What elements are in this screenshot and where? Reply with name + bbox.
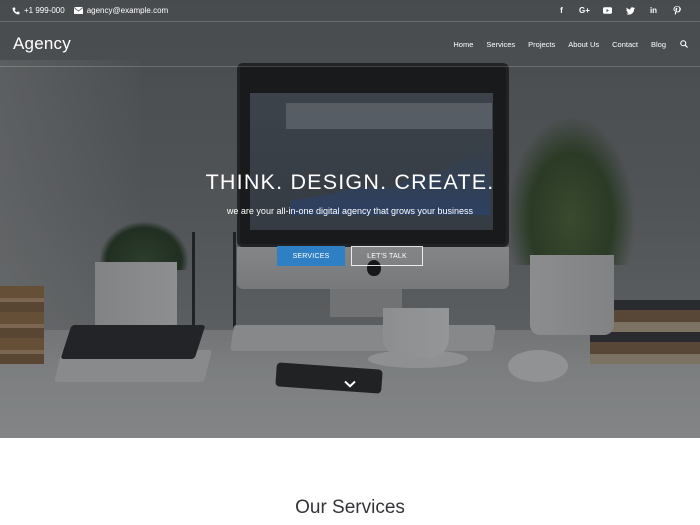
twitter-icon[interactable] xyxy=(619,0,642,22)
youtube-icon[interactable] xyxy=(596,0,619,22)
nav-item-projects[interactable]: Projects xyxy=(528,40,555,49)
nav-item-blog[interactable]: Blog xyxy=(651,40,666,49)
nav-item-contact[interactable]: Contact xyxy=(612,40,638,49)
services-button[interactable]: SERVICES xyxy=(277,246,345,266)
top-bar: +1 999-000 agency@example.com f G+ in xyxy=(0,0,700,22)
google-plus-icon[interactable]: G+ xyxy=(573,0,596,22)
envelope-icon xyxy=(73,7,83,14)
hero-headline: THINK. DESIGN. CREATE. xyxy=(205,170,495,194)
hero-section: +1 999-000 agency@example.com f G+ in Ag… xyxy=(0,0,700,438)
pinterest-icon[interactable] xyxy=(665,0,688,22)
nav-menu: Home Services Projects About Us Contact … xyxy=(440,40,688,49)
services-heading: Our Services xyxy=(295,497,405,518)
lets-talk-button[interactable]: LET'S TALK xyxy=(351,246,423,266)
phone-number: +1 999-000 xyxy=(24,6,65,15)
nav-item-home[interactable]: Home xyxy=(453,40,473,49)
main-navbar: Agency Home Services Projects About Us C… xyxy=(0,22,700,67)
hero-subline: we are your all-in-one digital agency th… xyxy=(226,206,474,216)
contact-info: +1 999-000 agency@example.com xyxy=(12,6,168,15)
search-icon[interactable] xyxy=(680,40,688,48)
phone-contact[interactable]: +1 999-000 xyxy=(12,6,65,15)
facebook-icon[interactable]: f xyxy=(550,0,573,22)
hero-content: THINK. DESIGN. CREATE. we are your all-i… xyxy=(0,168,700,216)
social-links: f G+ in xyxy=(550,0,688,22)
site-logo[interactable]: Agency xyxy=(13,34,71,54)
linkedin-icon[interactable]: in xyxy=(642,0,665,22)
nav-item-about-us[interactable]: About Us xyxy=(568,40,599,49)
chevron-down-icon[interactable] xyxy=(342,378,358,390)
email-address: agency@example.com xyxy=(86,6,169,15)
nav-item-services[interactable]: Services xyxy=(486,40,515,49)
phone-icon xyxy=(12,7,20,15)
email-contact[interactable]: agency@example.com xyxy=(73,6,169,15)
hero-buttons: SERVICES LET'S TALK xyxy=(277,246,423,266)
